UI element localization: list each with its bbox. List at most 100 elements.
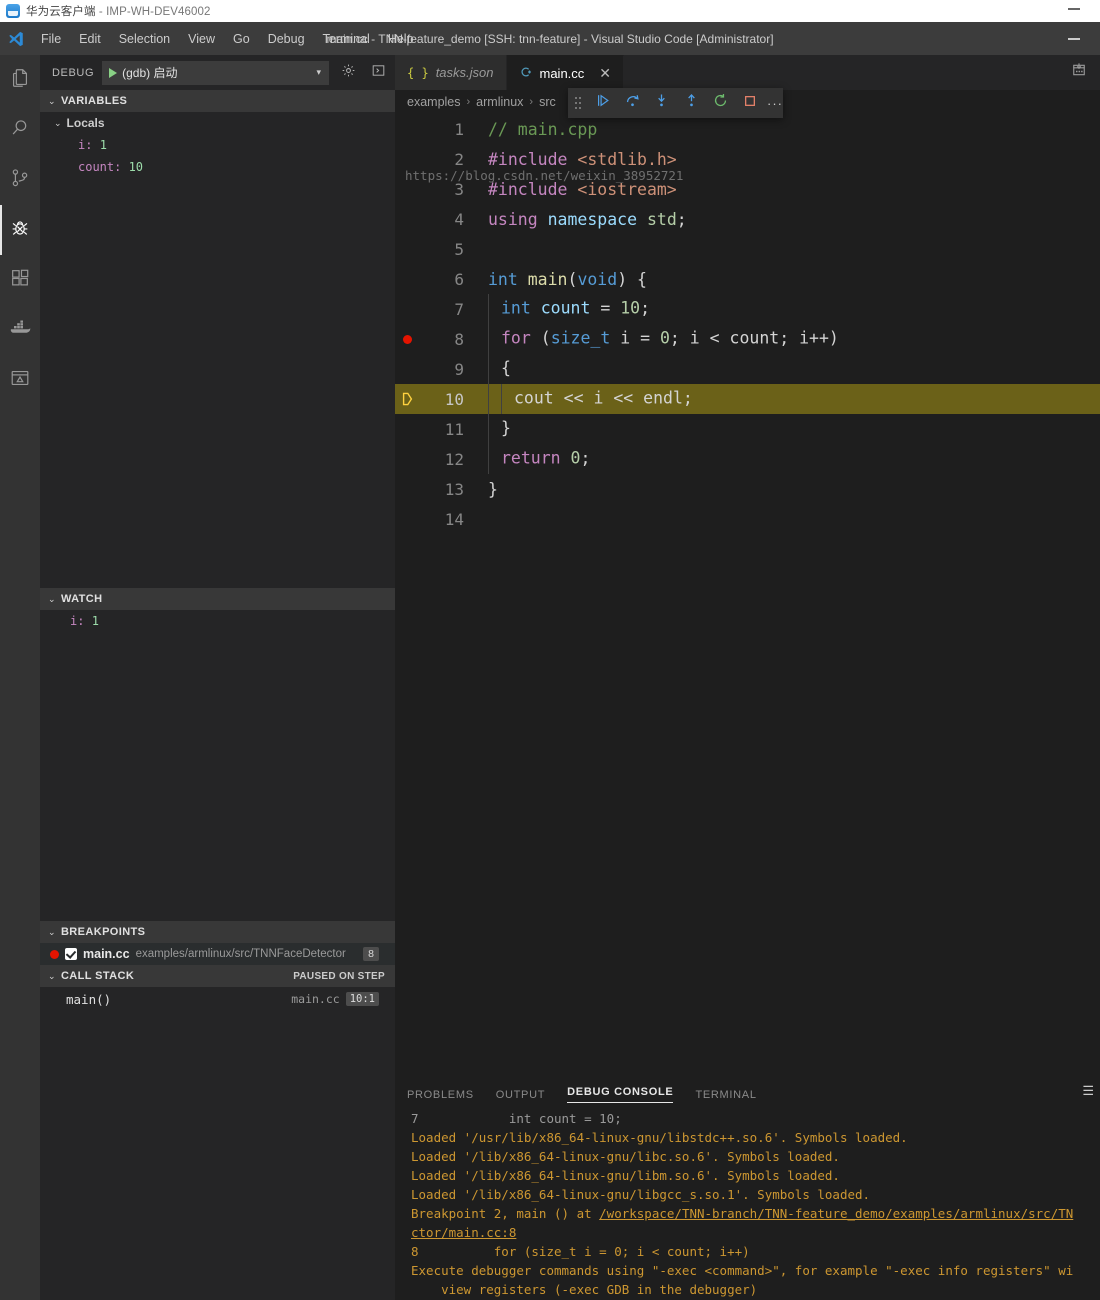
code-line[interactable]: 8 for (size_t i = 0; i < count; i++) <box>395 324 1100 354</box>
code-line[interactable]: 14 <box>395 504 1100 534</box>
menu-item-edit[interactable]: Edit <box>70 28 110 50</box>
editor-glyph-margin[interactable] <box>395 354 430 384</box>
activity-bar-item-extensions[interactable] <box>0 255 40 305</box>
application-window: 华为云客户端 - IMP-WH-DEV46002 File Edit Selec… <box>0 0 1100 1300</box>
variables-section-header[interactable]: ⌄ VARIABLES <box>40 90 395 112</box>
editor-glyph-margin[interactable] <box>395 384 430 414</box>
continue-icon <box>594 92 611 114</box>
host-app-name: 华为云客户端 <box>26 6 96 18</box>
menu-item-help[interactable]: Help <box>379 28 423 50</box>
editor-glyph-margin[interactable] <box>395 414 430 444</box>
breadcrumb-item-examples[interactable]: examples <box>407 95 461 109</box>
watch-section-header[interactable]: ⌄ WATCH <box>40 588 395 610</box>
breakpoint-dot-icon[interactable] <box>403 335 412 344</box>
debug-restart-button[interactable] <box>706 88 736 118</box>
bottom-panel: PROBLEMS OUTPUT DEBUG CONSOLE TERMINAL ☰… <box>395 1077 1100 1300</box>
code-line[interactable]: 9{ <box>395 354 1100 384</box>
split-editor-icon[interactable] <box>1070 61 1088 84</box>
activity-bar-item-explorer[interactable] <box>0 55 40 105</box>
call-stack-section-header[interactable]: ⌄ CALL STACK PAUSED ON STEP <box>40 965 395 987</box>
editor-glyph-margin[interactable] <box>395 324 430 354</box>
console-line: 8 for (size_t i = 0; i < count; i++) <box>411 1244 750 1259</box>
panel-tab-debug-console[interactable]: DEBUG CONSOLE <box>567 1083 674 1103</box>
activity-bar-item-source-control[interactable] <box>0 155 40 205</box>
close-icon[interactable]: ✕ <box>599 66 611 80</box>
debug-continue-button[interactable] <box>588 88 618 118</box>
cpp-icon <box>519 65 533 82</box>
breakpoint-enabled-checkbox[interactable] <box>65 948 77 960</box>
console-line: Loaded '/lib/x86_64-linux-gnu/libgcc_s.s… <box>411 1187 871 1202</box>
launch-configuration-dropdown[interactable]: (gdb) 启动 ▾ <box>102 60 329 85</box>
start-debugging-icon[interactable] <box>109 67 118 78</box>
vscode-minimize-button[interactable] <box>1068 38 1080 40</box>
menu-item-terminal[interactable]: Terminal <box>314 28 379 50</box>
variables-scope-locals[interactable]: ⌄ Locals <box>40 112 395 134</box>
docker-whale-icon <box>8 316 32 345</box>
chevron-down-icon: ⌄ <box>48 926 56 937</box>
call-stack-section-title: CALL STACK <box>60 970 135 982</box>
editor-tab-main-cc[interactable]: main.cc ✕ <box>506 55 625 90</box>
panel-tab-output[interactable]: OUTPUT <box>496 1086 545 1101</box>
debug-stop-button[interactable] <box>735 88 765 118</box>
debug-toolbar-overflow-icon[interactable]: ··· <box>765 96 783 111</box>
menu-item-view[interactable]: View <box>179 28 224 50</box>
breadcrumb-item-armlinux[interactable]: armlinux <box>476 95 523 109</box>
menubar: File Edit Selection View Go Debug Termin… <box>32 28 423 50</box>
debug-step-over-button[interactable] <box>617 88 647 118</box>
breakpoint-row[interactable]: main.cc examples/armlinux/src/TNNFaceDet… <box>40 943 395 965</box>
debug-step-out-button[interactable] <box>676 88 706 118</box>
watch-expression-row[interactable]: i: 1 <box>40 610 395 632</box>
editor-tab-tasks-json[interactable]: { } tasks.json <box>395 55 507 90</box>
code-line[interactable]: 1 // main.cpp <box>395 114 1100 144</box>
variable-row[interactable]: count: 10 <box>40 156 395 178</box>
editor-glyph-margin[interactable] <box>395 444 430 474</box>
console-line: Loaded '/lib/x86_64-linux-gnu/libc.so.6'… <box>411 1149 840 1164</box>
debug-console-output[interactable]: 7 int count = 10; Loaded '/usr/lib/x86_64… <box>395 1109 1100 1300</box>
console-line: Execute debugger commands using "-exec <… <box>411 1263 1074 1278</box>
editor-glyph-margin[interactable] <box>395 114 430 144</box>
call-stack-frame-row[interactable]: main() main.cc 10:1 <box>40 988 395 1010</box>
editor-glyph-margin[interactable] <box>395 204 430 234</box>
open-debug-console-button[interactable] <box>367 62 389 84</box>
panel-more-actions-icon[interactable]: ☰ <box>1082 1083 1094 1099</box>
editor-glyph-margin[interactable] <box>395 264 430 294</box>
code-line[interactable]: 13} <box>395 474 1100 504</box>
activity-bar-item-search[interactable] <box>0 105 40 155</box>
code-line[interactable]: 5 <box>395 234 1100 264</box>
code-line[interactable]: 12 return 0; <box>395 444 1100 474</box>
activity-bar-item-docker[interactable] <box>0 305 40 355</box>
menu-item-file[interactable]: File <box>32 28 70 50</box>
code-line-text: for (size_t i = 0; i < count; i++) <box>478 324 1100 354</box>
editor-glyph-margin[interactable] <box>395 234 430 264</box>
variable-row[interactable]: i: 1 <box>40 134 395 156</box>
code-line[interactable]: 6 int main(void) { <box>395 264 1100 294</box>
watch-section-title: WATCH <box>60 593 103 605</box>
activity-bar-item-remote-explorer[interactable] <box>0 355 40 405</box>
menu-item-go[interactable]: Go <box>224 28 259 50</box>
chevron-down-icon: ⌄ <box>48 95 56 106</box>
activity-bar-item-run-and-debug[interactable] <box>0 205 40 255</box>
editor-glyph-margin[interactable] <box>395 504 430 534</box>
host-window-title: 华为云客户端 - IMP-WH-DEV46002 <box>26 3 211 19</box>
code-line[interactable]: 7 int count = 10; <box>395 294 1100 324</box>
breakpoint-dot-icon <box>50 949 59 959</box>
open-launch-json-button[interactable] <box>337 62 359 84</box>
code-editor[interactable]: 1// main.cpp 2 #include <stdlib.h> 3 #includ… <box>395 114 1100 1077</box>
editor-glyph-margin[interactable] <box>395 294 430 324</box>
breadcrumb-item-src[interactable]: src <box>539 95 556 109</box>
code-line-text: #include <stdlib.h> <box>488 149 677 169</box>
menu-item-debug[interactable]: Debug <box>259 28 314 50</box>
code-line[interactable]: 10 cout << i << endl; <box>395 384 1100 414</box>
panel-scrollbar[interactable] <box>1090 1109 1100 1300</box>
debug-step-into-button[interactable] <box>647 88 677 118</box>
breakpoints-section-header[interactable]: ⌄ BREAKPOINTS <box>40 921 395 943</box>
editor-glyph-margin[interactable] <box>395 474 430 504</box>
panel-tab-terminal[interactable]: TERMINAL <box>695 1086 756 1101</box>
debug-toolbar-drag-handle[interactable] <box>568 88 588 118</box>
code-line[interactable]: 4 using namespace std; <box>395 204 1100 234</box>
vscode-titlebar: File Edit Selection View Go Debug Termin… <box>0 22 1100 55</box>
host-minimize-button[interactable] <box>1068 8 1080 10</box>
menu-item-selection[interactable]: Selection <box>110 28 179 50</box>
code-line[interactable]: 11} <box>395 414 1100 444</box>
panel-tab-problems[interactable]: PROBLEMS <box>407 1086 474 1101</box>
